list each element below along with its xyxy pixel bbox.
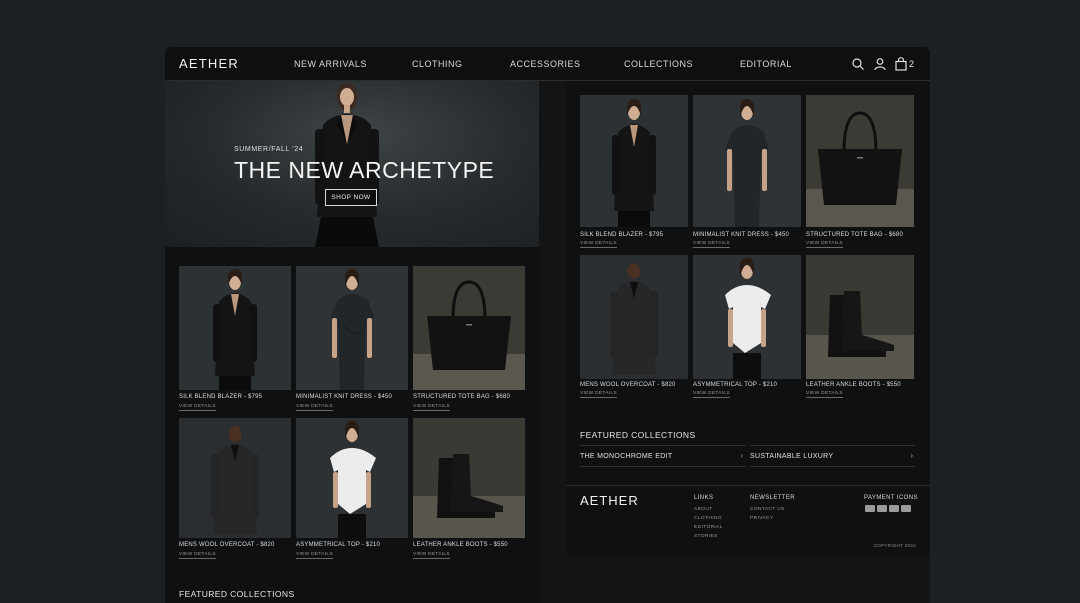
view-details-link[interactable]: VIEW DETAILS <box>806 391 843 398</box>
user-icon[interactable] <box>873 57 887 71</box>
footer-link-clothing[interactable]: CLOTHING <box>694 516 722 521</box>
product-image-boots[interactable] <box>413 418 525 538</box>
payment-card-icon <box>901 505 911 512</box>
product-name: MENS WOOL OVERCOAT - $820 <box>580 382 676 388</box>
view-details-link[interactable]: VIEW DETAILS <box>580 391 617 398</box>
product-card[interactable]: LEATHER ANKLE BOOTS - $550 VIEW DETAILS <box>806 255 914 407</box>
secondary-panel: SILK BLEND BLAZER - $795 VIEW DETAILS MI… <box>566 81 930 555</box>
hero-title: THE NEW ARCHETYPE <box>234 157 495 183</box>
product-name: SILK BLEND BLAZER - $795 <box>179 394 263 400</box>
footer-link-stories[interactable]: STORIES <box>694 534 718 539</box>
site-footer: AETHER LINKS ABOUT CLOTHING EDITORIAL ST… <box>566 485 930 556</box>
product-name: STRUCTURED TOTE BAG - $680 <box>413 394 510 400</box>
cart-count: 2 <box>909 59 915 69</box>
nav-editorial[interactable]: EDITORIAL <box>740 59 792 69</box>
footer-link-about[interactable]: ABOUT <box>694 507 713 512</box>
product-grid-main: SILK BLEND BLAZER - $795 VIEW DETAILS MI… <box>165 247 539 603</box>
shop-now-button[interactable]: SHOP NOW <box>325 189 377 206</box>
footer-logo[interactable]: AETHER <box>580 493 639 508</box>
collection-label: THE MONOCHROME EDIT <box>580 453 673 460</box>
top-navigation: AETHER NEW ARRIVALS CLOTHING ACCESSORIES… <box>165 47 930 81</box>
product-image-dress[interactable] <box>693 95 801 227</box>
product-image-top[interactable] <box>296 418 408 538</box>
product-name: LEATHER ANKLE BOOTS - $550 <box>413 542 508 548</box>
product-name: MENS WOOL OVERCOAT - $820 <box>179 542 275 548</box>
view-details-link[interactable]: VIEW DETAILS <box>693 391 730 398</box>
footer-link-editorial[interactable]: EDITORIAL <box>694 525 723 530</box>
brand-logo[interactable]: AETHER <box>179 56 239 71</box>
view-details-link[interactable]: VIEW DETAILS <box>296 404 333 411</box>
nav-clothing[interactable]: CLOTHING <box>412 59 463 69</box>
copyright: COPYRIGHT 2024 <box>873 543 916 548</box>
view-details-link[interactable]: VIEW DETAILS <box>580 241 617 248</box>
product-card[interactable]: SILK BLEND BLAZER - $795 VIEW DETAILS <box>580 95 688 248</box>
footer-links-heading: LINKS <box>694 495 714 501</box>
product-name: ASYMMETRICAL TOP - $210 <box>296 542 381 548</box>
featured-collections-heading: FEATURED COLLECTIONS <box>580 430 696 440</box>
product-card[interactable]: MINIMALIST KNIT DRESS - $450 VIEW DETAIL… <box>693 95 801 248</box>
chevron-right-icon: › <box>910 451 913 460</box>
product-image-overcoat[interactable] <box>179 418 291 538</box>
product-image-top[interactable] <box>693 255 801 379</box>
product-image-tote[interactable] <box>413 266 525 390</box>
view-details-link[interactable]: VIEW DETAILS <box>806 241 843 248</box>
view-details-link[interactable]: VIEW DETAILS <box>179 552 216 559</box>
view-details-link[interactable]: VIEW DETAILS <box>693 241 730 248</box>
product-name: STRUCTURED TOTE BAG - $680 <box>806 232 903 238</box>
collection-link-monochrome[interactable]: THE MONOCHROME EDIT › <box>580 445 745 467</box>
product-image-overcoat[interactable] <box>580 255 688 379</box>
product-name: SILK BLEND BLAZER - $795 <box>580 232 664 238</box>
nav-new-arrivals[interactable]: NEW ARRIVALS <box>294 59 367 69</box>
product-name: MINIMALIST KNIT DRESS - $450 <box>693 232 790 238</box>
view-details-link[interactable]: VIEW DETAILS <box>296 552 333 559</box>
product-card[interactable]: MINIMALIST KNIT DRESS - $450 VIEW DETAIL… <box>296 266 408 414</box>
payment-card-icon <box>865 505 875 512</box>
product-name: MINIMALIST KNIT DRESS - $450 <box>296 394 393 400</box>
product-name: ASYMMETRICAL TOP - $210 <box>693 382 778 388</box>
view-details-link[interactable]: VIEW DETAILS <box>179 404 216 411</box>
payment-card-icon <box>889 505 899 512</box>
product-image-tote[interactable] <box>806 95 914 227</box>
payment-card-icon <box>877 505 887 512</box>
product-card[interactable]: ASYMMETRICAL TOP - $210 VIEW DETAILS <box>296 418 408 566</box>
product-image-boots[interactable] <box>806 255 914 379</box>
footer-payment-heading: PAYMENT ICONS <box>864 495 918 501</box>
bag-icon[interactable] <box>894 57 908 71</box>
product-image-blazer[interactable] <box>179 266 291 390</box>
product-card[interactable]: STRUCTURED TOTE BAG - $680 VIEW DETAILS <box>413 266 525 414</box>
product-card[interactable]: MENS WOOL OVERCOAT - $820 VIEW DETAILS <box>580 255 688 407</box>
footer-link-contact[interactable]: CONTACT US <box>750 507 785 512</box>
featured-collections-heading: FEATURED COLLECTIONS <box>179 589 295 599</box>
collection-link-sustainable[interactable]: SUSTAINABLE LUXURY › <box>750 445 915 467</box>
product-image-blazer[interactable] <box>580 95 688 227</box>
product-name: LEATHER ANKLE BOOTS - $550 <box>806 382 901 388</box>
collection-label: SUSTAINABLE LUXURY <box>750 453 834 460</box>
nav-accessories[interactable]: ACCESSORIES <box>510 59 581 69</box>
main-column: SUMMER/FALL '24 THE NEW ARCHETYPE SHOP N… <box>165 81 539 603</box>
product-card[interactable]: STRUCTURED TOTE BAG - $680 VIEW DETAILS <box>806 95 914 248</box>
footer-newsletter-heading: NEWSLETTER <box>750 495 796 501</box>
product-image-dress[interactable] <box>296 266 408 390</box>
hero-kicker: SUMMER/FALL '24 <box>234 146 304 153</box>
product-card[interactable]: LEATHER ANKLE BOOTS - $550 VIEW DETAILS <box>413 418 525 566</box>
product-card[interactable]: SILK BLEND BLAZER - $795 VIEW DETAILS <box>179 266 291 414</box>
product-card[interactable]: ASYMMETRICAL TOP - $210 VIEW DETAILS <box>693 255 801 407</box>
view-details-link[interactable]: VIEW DETAILS <box>413 404 450 411</box>
product-card[interactable]: MENS WOOL OVERCOAT - $820 VIEW DETAILS <box>179 418 291 566</box>
chevron-right-icon: › <box>740 451 743 460</box>
search-icon[interactable] <box>851 57 865 71</box>
view-details-link[interactable]: VIEW DETAILS <box>413 552 450 559</box>
nav-collections[interactable]: COLLECTIONS <box>624 59 693 69</box>
footer-link-privacy[interactable]: PRIVACY <box>750 516 774 521</box>
hero-banner: SUMMER/FALL '24 THE NEW ARCHETYPE SHOP N… <box>165 81 539 247</box>
site-frame: AETHER NEW ARRIVALS CLOTHING ACCESSORIES… <box>165 47 930 603</box>
